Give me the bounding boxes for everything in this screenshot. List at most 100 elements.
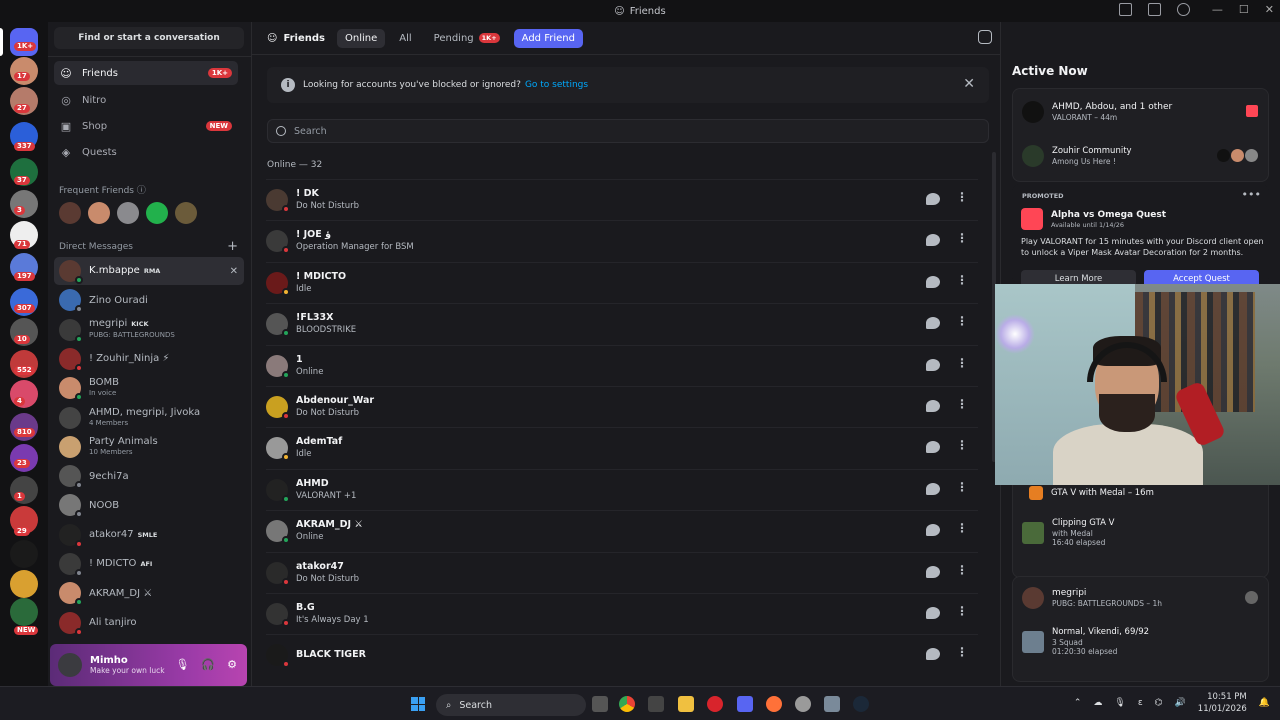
friend-row[interactable]: B.G It's Always Day 1 ⋮: [266, 593, 978, 634]
activity-card[interactable]: AHMD, Abdou, and 1 other VALORANT – 44m …: [1012, 88, 1269, 182]
tab-pending[interactable]: Pending 1K+: [426, 29, 508, 48]
more-options-icon[interactable]: •••: [1242, 188, 1261, 201]
app-icon[interactable]: [648, 696, 664, 712]
dm-item[interactable]: atakor47 SMLE: [54, 521, 244, 549]
more-options-icon[interactable]: ⋮: [956, 273, 968, 287]
app-icon[interactable]: [795, 696, 811, 712]
minimize-button[interactable]: —: [1212, 3, 1223, 16]
microphone-icon[interactable]: 🎙: [175, 658, 189, 671]
friend-row[interactable]: Abdenour_War Do Not Disturb ⋮: [266, 386, 978, 427]
message-icon[interactable]: [926, 234, 940, 247]
message-icon[interactable]: [926, 565, 940, 578]
new-group-dm-icon[interactable]: [978, 30, 992, 44]
inbox-icon[interactable]: [1119, 3, 1132, 16]
server-icon[interactable]: [10, 476, 38, 504]
frequent-friend-avatar[interactable]: [88, 202, 110, 224]
more-options-icon[interactable]: ⋮: [956, 356, 968, 370]
add-dm-icon[interactable]: +: [227, 239, 238, 254]
message-icon[interactable]: [926, 275, 940, 288]
more-options-icon[interactable]: ⋮: [956, 397, 968, 411]
more-options-icon[interactable]: ⋮: [956, 480, 968, 494]
tab-online[interactable]: Online: [337, 28, 386, 48]
friend-row[interactable]: 1 Online ⋮: [266, 344, 978, 386]
close-window-button[interactable]: ✕: [1265, 3, 1274, 16]
volume-icon[interactable]: 🔊: [1175, 698, 1186, 708]
dm-item[interactable]: ! MDICTO AFI: [54, 550, 244, 578]
chevron-up-icon[interactable]: ⌃: [1074, 698, 1082, 708]
message-icon[interactable]: [926, 441, 940, 454]
friend-row[interactable]: BLACK TIGER ⋮: [266, 634, 978, 675]
server-icon[interactable]: [10, 598, 38, 626]
dm-item[interactable]: NOOB: [54, 491, 244, 519]
language-icon[interactable]: ε: [1138, 698, 1143, 708]
steam-icon[interactable]: [853, 696, 869, 712]
dm-item[interactable]: K.mbappe RMA ✕: [54, 257, 244, 285]
dm-item[interactable]: Party Animals 10 Members: [54, 433, 244, 461]
server-icon[interactable]: [10, 190, 38, 218]
opera-icon[interactable]: [707, 696, 723, 712]
dm-item[interactable]: BOMB In voice: [54, 374, 244, 402]
tab-all[interactable]: All: [391, 29, 419, 48]
maximize-button[interactable]: ☐: [1239, 3, 1249, 16]
message-icon[interactable]: [926, 482, 940, 495]
server-icon[interactable]: [10, 570, 38, 598]
dm-item[interactable]: Zino Ouradi: [54, 286, 244, 314]
friend-row[interactable]: atakor47 Do Not Disturb ⋮: [266, 551, 978, 593]
friend-row[interactable]: ! JOE ؤ Operation Manager for BSM ⋮: [266, 220, 978, 261]
frequent-friend-avatar[interactable]: [175, 202, 197, 224]
frequent-friend-avatar[interactable]: [59, 202, 81, 224]
friend-row[interactable]: AdemTaf Idle ⋮: [266, 427, 978, 468]
message-icon[interactable]: [926, 358, 940, 371]
more-options-icon[interactable]: ⋮: [956, 438, 968, 452]
avatar[interactable]: [58, 653, 82, 677]
network-icon[interactable]: ⌬: [1155, 698, 1163, 708]
friend-row[interactable]: AHMD VALORANT +1 ⋮: [266, 468, 978, 510]
chrome-icon[interactable]: [619, 696, 635, 712]
sidebar-item-friends[interactable]: ☺ Friends 1K+: [54, 61, 238, 85]
add-friend-button[interactable]: Add Friend: [513, 28, 583, 48]
more-options-icon[interactable]: ⋮: [956, 645, 968, 659]
activity-card[interactable]: megripi PUBG: BATTLEGROUNDS – 1h Normal,…: [1012, 576, 1269, 682]
sidebar-item-nitro[interactable]: ◎ Nitro: [54, 88, 238, 112]
message-icon[interactable]: [926, 317, 940, 330]
more-options-icon[interactable]: ⋮: [956, 314, 968, 328]
message-icon[interactable]: [926, 607, 940, 619]
mic-icon[interactable]: 🎙: [1114, 698, 1125, 708]
friend-row[interactable]: ! DK Do Not Disturb ⋮: [266, 179, 978, 220]
more-options-icon[interactable]: ⋮: [956, 604, 968, 618]
close-icon[interactable]: ✕: [963, 76, 975, 92]
message-icon[interactable]: [926, 400, 940, 412]
windows-start-icon[interactable]: [411, 697, 425, 711]
dm-item[interactable]: ! Zouhir_Ninja ⚡: [54, 345, 244, 373]
find-conversation-button[interactable]: Find or start a conversation: [54, 27, 244, 49]
settings-gear-icon[interactable]: ⚙: [227, 658, 237, 671]
sidebar-item-shop[interactable]: ▣ Shop NEW: [54, 114, 238, 138]
server-icon[interactable]: [10, 540, 38, 568]
friend-row[interactable]: !FL33X BLOODSTRIKE ⋮: [266, 303, 978, 344]
firefox-icon[interactable]: [766, 696, 782, 712]
settings-icon[interactable]: [824, 696, 840, 712]
dm-item[interactable]: 9echi7a: [54, 462, 244, 490]
headphones-icon[interactable]: 🎧: [201, 658, 215, 671]
more-options-icon[interactable]: ⋮: [956, 563, 968, 577]
frequent-friend-avatar[interactable]: [146, 202, 168, 224]
screen-icon[interactable]: [1148, 3, 1161, 16]
message-icon[interactable]: [926, 648, 940, 661]
message-icon[interactable]: [926, 524, 940, 537]
go-to-settings-link[interactable]: Go to settings: [525, 80, 588, 90]
message-icon[interactable]: [926, 193, 940, 205]
friend-row[interactable]: ! MDICTO Idle ⋮: [266, 261, 978, 303]
task-view-icon[interactable]: [592, 696, 608, 712]
clock[interactable]: 10:51 PM 11/01/2026: [1198, 691, 1247, 715]
sidebar-item-quests[interactable]: ◈ Quests: [54, 140, 238, 164]
dm-item[interactable]: AHMD, megripi, Jivoka 4 Members: [54, 404, 244, 432]
more-options-icon[interactable]: ⋮: [956, 231, 968, 245]
close-dm-icon[interactable]: ✕: [230, 266, 238, 277]
frequent-friend-avatar[interactable]: [117, 202, 139, 224]
file-explorer-icon[interactable]: [678, 696, 694, 712]
dm-item[interactable]: megripi KICK PUBG: BATTLEGROUNDS: [54, 316, 244, 344]
notifications-icon[interactable]: 🔔: [1259, 698, 1270, 708]
friend-row[interactable]: AKRAM_DJ ⚔ Online ⋮: [266, 510, 978, 551]
discord-icon[interactable]: [737, 696, 753, 712]
dm-item[interactable]: AKRAM_DJ ⚔: [54, 579, 244, 607]
